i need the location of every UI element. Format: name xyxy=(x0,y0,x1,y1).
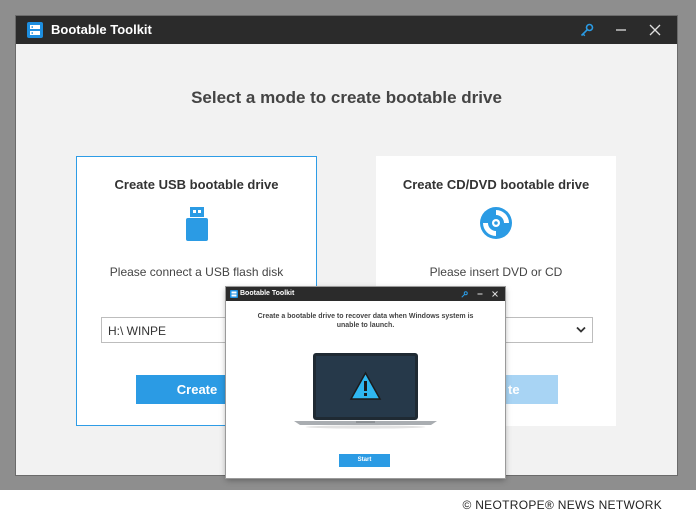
inset-key-icon xyxy=(460,290,468,298)
start-button[interactable]: Start xyxy=(339,454,390,467)
close-button[interactable] xyxy=(644,20,666,40)
chevron-down-icon xyxy=(576,326,586,333)
inset-window: Bootable Toolkit Create a bootable drive… xyxy=(226,287,505,478)
disc-icon xyxy=(480,207,512,239)
minimize-button[interactable] xyxy=(610,20,632,40)
inset-minimize-button[interactable] xyxy=(475,289,485,299)
usb-card-message: Please connect a USB flash disk xyxy=(109,265,284,279)
inset-close-icon xyxy=(492,291,498,297)
laptop-warning-icon xyxy=(294,353,437,429)
close-icon xyxy=(649,24,661,36)
inset-app-title: Bootable Toolkit xyxy=(240,290,295,297)
drive-select-value: H:\ WINPE xyxy=(108,324,167,338)
footer-credit: © NEOTROPE® NEWS NETWORK xyxy=(462,498,662,512)
key-button[interactable] xyxy=(576,20,598,40)
app-title: Bootable Toolkit xyxy=(51,22,152,37)
usb-drive-icon xyxy=(185,207,208,241)
app-logo-icon xyxy=(27,22,43,38)
inset-app-logo-icon xyxy=(230,290,238,298)
inset-message: Create a bootable drive to recover data … xyxy=(257,313,474,329)
minimize-icon xyxy=(616,29,626,31)
cd-card-message: Please insert DVD or CD xyxy=(429,265,563,279)
inset-title-bar: Bootable Toolkit xyxy=(226,287,505,301)
inset-key-button[interactable] xyxy=(459,289,469,299)
page-heading: Select a mode to create bootable drive xyxy=(191,88,502,107)
key-icon xyxy=(580,23,594,37)
create-cd-button-label: te xyxy=(508,382,520,397)
inset-close-button[interactable] xyxy=(490,289,500,299)
usb-card-title: Create USB bootable drive xyxy=(114,177,279,192)
cd-card-title: Create CD/DVD bootable drive xyxy=(402,177,590,192)
footer: © NEOTROPE® NEWS NETWORK xyxy=(0,490,696,522)
title-bar: Bootable Toolkit xyxy=(16,16,677,44)
inset-minimize-icon xyxy=(477,293,483,295)
